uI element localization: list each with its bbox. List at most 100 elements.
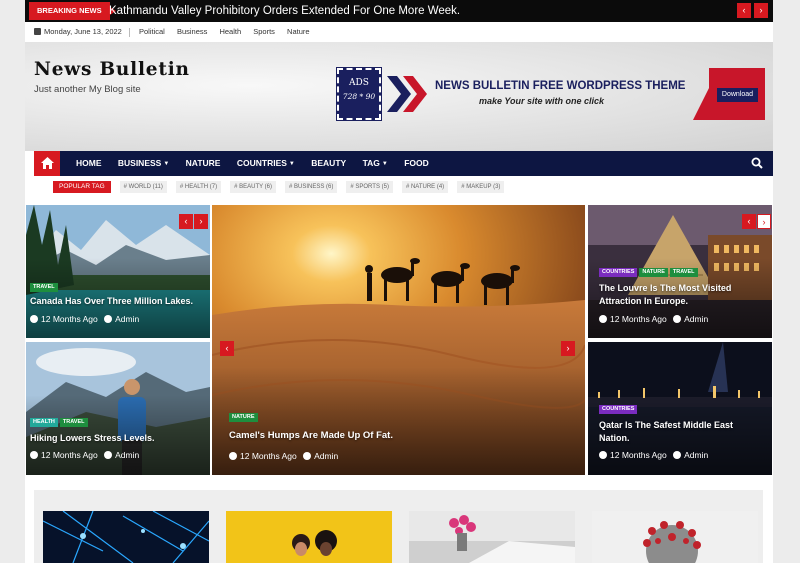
nav-item-food[interactable]: FOOD bbox=[404, 151, 429, 176]
top-link-business[interactable]: Business bbox=[177, 27, 207, 36]
ad-stamp: ADS 728 * 90 bbox=[336, 67, 382, 121]
chevron-down-icon: ▼ bbox=[163, 161, 170, 167]
user-icon bbox=[673, 451, 682, 459]
post-thumbnail[interactable] bbox=[592, 511, 758, 563]
ad-stamp-size: 728 * 90 bbox=[342, 92, 376, 101]
nav-item-label: BUSINESS bbox=[117, 158, 162, 168]
post-title[interactable]: Camel's Humps Are Made Up Of Fat. bbox=[229, 429, 393, 442]
post-categories: HEALTH TRAVEL bbox=[30, 410, 90, 428]
ad-download-button[interactable]: Download bbox=[717, 88, 758, 102]
site-title[interactable]: News Bulletin bbox=[34, 59, 190, 80]
ad-title: NEWS BULLETIN FREE WORDPRESS THEME bbox=[435, 80, 686, 92]
nav-item-business[interactable]: BUSINESS ▼ bbox=[118, 151, 169, 177]
post-image-network bbox=[43, 511, 209, 563]
tag-world[interactable]: # WORLD (11) bbox=[119, 181, 167, 193]
tag-business[interactable]: # BUSINESS (6) bbox=[285, 181, 338, 193]
slider-next-button[interactable]: › bbox=[194, 214, 208, 229]
category-badge[interactable]: COUNTRIES bbox=[599, 405, 638, 414]
nav-item-tag[interactable]: TAG ▼ bbox=[363, 151, 388, 177]
slider-prev-button[interactable]: ‹ bbox=[179, 214, 193, 229]
post-date: 12 Months Ago bbox=[41, 314, 98, 324]
post-thumbnail[interactable] bbox=[43, 511, 209, 563]
post-author[interactable]: Admin bbox=[115, 450, 139, 460]
slider-prev-button[interactable]: ‹ bbox=[742, 214, 756, 229]
top-link-health[interactable]: Health bbox=[219, 27, 241, 36]
post-meta: 12 Months Ago Admin bbox=[30, 450, 139, 460]
post-categories: NATURE bbox=[229, 405, 260, 423]
post-thumbnail[interactable] bbox=[409, 511, 575, 563]
featured-post-card[interactable]: NATURE Camel's Humps Are Made Up Of Fat.… bbox=[212, 205, 585, 475]
post-categories: COUNTRIES NATURE TRAVEL bbox=[599, 260, 700, 278]
home-button[interactable] bbox=[34, 151, 60, 176]
clock-icon bbox=[30, 451, 38, 459]
category-badge[interactable]: TRAVEL bbox=[30, 283, 58, 292]
breaking-next-button[interactable]: › bbox=[754, 3, 768, 18]
top-bar: Monday, June 13, 2022 Political Business… bbox=[25, 22, 773, 42]
slider-next-button[interactable]: › bbox=[561, 341, 575, 356]
divider bbox=[129, 28, 130, 37]
post-meta: 12 Months Ago Admin bbox=[30, 314, 139, 324]
tag-sports[interactable]: # SPORTS (5) bbox=[346, 181, 393, 193]
post-categories: COUNTRIES bbox=[599, 397, 639, 415]
breaking-news-bar: BREAKING NEWS Kathmandu Valley Prohibito… bbox=[25, 0, 773, 22]
post-card[interactable]: TRAVEL Canada Has Over Three Million Lak… bbox=[26, 205, 210, 338]
post-title[interactable]: Hiking Lowers Stress Levels. bbox=[30, 432, 206, 445]
category-badge[interactable]: COUNTRIES bbox=[599, 268, 638, 277]
tag-makeup[interactable]: # MAKEUP (3) bbox=[457, 181, 505, 193]
top-link-political[interactable]: Political bbox=[139, 27, 165, 36]
latest-posts-section bbox=[34, 490, 763, 563]
post-thumbnail[interactable] bbox=[226, 511, 392, 563]
post-date: 12 Months Ago bbox=[41, 450, 98, 460]
post-title[interactable]: Canada Has Over Three Million Lakes. bbox=[30, 295, 206, 308]
user-icon bbox=[104, 315, 113, 323]
popular-tags: POPULAR TAG # WORLD (11) # HEALTH (7) # BEA… bbox=[53, 181, 513, 193]
clock-icon bbox=[599, 315, 607, 323]
category-badge[interactable]: TRAVEL bbox=[59, 418, 88, 427]
category-badge[interactable]: NATURE bbox=[229, 413, 258, 422]
current-date: Monday, June 13, 2022 bbox=[44, 27, 122, 36]
ad-banner[interactable]: ADS 728 * 90 NEWS BULLETIN FREE WORDPRES… bbox=[336, 67, 765, 121]
chevron-right-icon bbox=[387, 76, 427, 112]
tag-nature[interactable]: # NATURE (4) bbox=[401, 181, 449, 193]
post-title[interactable]: Qatar Is The Safest Middle East Nation. bbox=[599, 419, 759, 445]
post-card[interactable]: COUNTRIES Qatar Is The Safest Middle Eas… bbox=[588, 342, 772, 475]
top-links: Political Business Health Sports Nature bbox=[139, 22, 320, 42]
clock-icon bbox=[229, 452, 237, 460]
nav-item-countries[interactable]: COUNTRIES ▼ bbox=[237, 151, 295, 177]
post-author[interactable]: Admin bbox=[684, 314, 708, 324]
post-author[interactable]: Admin bbox=[684, 450, 708, 460]
ad-decoration bbox=[693, 88, 709, 120]
home-icon bbox=[41, 157, 54, 169]
category-badge[interactable]: NATURE bbox=[639, 268, 668, 277]
post-meta: 12 Months Ago Admin bbox=[599, 314, 708, 324]
nav-item-label: COUNTRIES bbox=[236, 158, 287, 168]
breaking-prev-button[interactable]: ‹ bbox=[737, 3, 751, 18]
tag-health[interactable]: # HEALTH (7) bbox=[175, 181, 222, 193]
nav-item-nature[interactable]: NATURE bbox=[186, 151, 221, 176]
user-icon bbox=[104, 451, 113, 459]
top-link-sports[interactable]: Sports bbox=[253, 27, 275, 36]
post-card[interactable]: COUNTRIES NATURE TRAVEL The Louvre Is The … bbox=[588, 205, 772, 338]
post-card[interactable]: HEALTH TRAVEL Hiking Lowers Stress Levels… bbox=[26, 342, 210, 475]
tag-beauty[interactable]: # BEAUTY (6) bbox=[230, 181, 277, 193]
slider-next-button[interactable]: › bbox=[757, 214, 771, 229]
post-title[interactable]: The Louvre Is The Most Visited Attractio… bbox=[599, 282, 759, 308]
slider-prev-button[interactable]: ‹ bbox=[220, 341, 234, 356]
category-badge[interactable]: HEALTH bbox=[30, 418, 58, 427]
nav-item-home[interactable]: HOME bbox=[76, 151, 102, 176]
chevron-down-icon: ▼ bbox=[381, 161, 388, 167]
post-categories: TRAVEL bbox=[30, 275, 60, 293]
ad-stamp-label: ADS bbox=[349, 78, 369, 88]
post-author[interactable]: Admin bbox=[314, 451, 338, 461]
clock-icon bbox=[599, 451, 607, 459]
nav-item-beauty[interactable]: BEAUTY bbox=[311, 151, 346, 176]
post-image-portrait bbox=[226, 511, 392, 563]
category-badge[interactable]: TRAVEL bbox=[669, 268, 698, 277]
breaking-news-headline[interactable]: Kathmandu Valley Prohibitory Orders Exte… bbox=[109, 0, 460, 22]
post-author[interactable]: Admin bbox=[115, 314, 139, 324]
search-icon[interactable] bbox=[751, 157, 763, 169]
nav-item-label: TAG bbox=[362, 158, 380, 168]
post-meta: 12 Months Ago Admin bbox=[229, 451, 338, 461]
top-link-nature[interactable]: Nature bbox=[287, 27, 310, 36]
post-image-flowers bbox=[409, 511, 575, 563]
